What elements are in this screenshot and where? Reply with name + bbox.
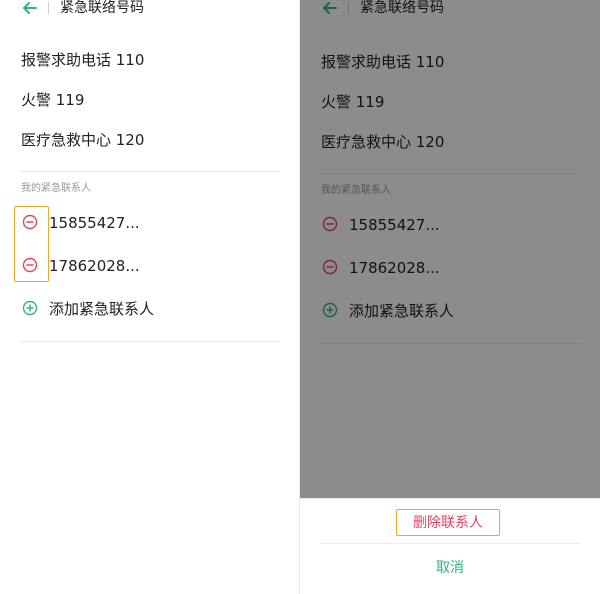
contacts-screen-with-action-sheet: 紧急联络号码 报警求助电话 110 火警 119 医疗急救中心 120 我的紧急… — [300, 0, 600, 594]
top-bar: 紧急联络号码 — [0, 0, 300, 22]
contact-1[interactable]: 15855427... — [49, 213, 140, 233]
police-number-item[interactable]: 报警求助电话 110 — [21, 50, 144, 70]
medical-number-item[interactable]: 医疗急救中心 120 — [21, 130, 144, 150]
cancel-button[interactable]: 取消 — [300, 557, 600, 579]
page-title: 紧急联络号码 — [60, 0, 144, 16]
list-end-divider — [20, 341, 280, 342]
remove-icons-highlight — [14, 206, 49, 282]
modal-overlay[interactable] — [300, 0, 600, 498]
contacts-screen: 紧急联络号码 报警求助电话 110 火警 119 医疗急救中心 120 我的紧急… — [0, 0, 300, 594]
contact-2[interactable]: 17862028... — [49, 256, 140, 276]
section-divider — [20, 171, 280, 172]
delete-button-highlight — [396, 509, 500, 536]
header-divider — [48, 2, 49, 14]
add-contact-button[interactable]: 添加紧急联系人 — [49, 299, 154, 319]
action-sheet: 删除联系人 取消 — [300, 498, 600, 594]
contacts-section-label: 我的紧急联系人 — [21, 183, 91, 194]
add-contact-icon[interactable] — [22, 300, 38, 316]
action-sheet-divider — [320, 543, 580, 544]
back-arrow-icon[interactable] — [20, 0, 38, 16]
fire-number-item[interactable]: 火警 119 — [21, 90, 84, 110]
